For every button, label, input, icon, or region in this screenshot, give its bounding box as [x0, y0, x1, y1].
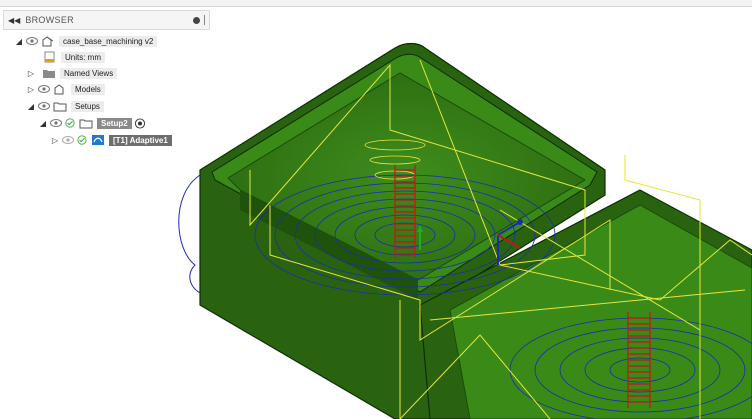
tree-item-named-views[interactable]: ▷ Named Views: [26, 66, 118, 80]
check-status-icon: [77, 135, 87, 145]
tree-item-label: Setup2: [97, 117, 132, 129]
3d-viewport[interactable]: [0, 0, 752, 419]
tree-item-label: Named Views: [60, 67, 118, 79]
eye-icon[interactable]: [50, 119, 62, 127]
tree-item-setups[interactable]: ◢ Setups: [26, 99, 104, 113]
tree-item-label: Units: mm: [61, 51, 105, 63]
setup-folder-icon: [79, 119, 93, 129]
units-icon: [44, 51, 55, 63]
hidden-eye-icon[interactable]: [62, 136, 74, 144]
tree-item-label: case_base_machining v2: [59, 35, 158, 47]
eye-icon[interactable]: [38, 102, 50, 110]
tree-item-label: Models: [71, 83, 105, 95]
tree-item-units[interactable]: Units: mm: [40, 50, 105, 64]
browser-title: BROWSER: [25, 15, 74, 25]
expand-triangle-icon[interactable]: ▷: [50, 136, 60, 145]
setups-folder-icon: [53, 102, 67, 112]
expand-triangle-icon[interactable]: ▷: [26, 85, 36, 94]
resize-handle[interactable]: [204, 15, 205, 25]
tree-item-models[interactable]: ▷ Models: [26, 82, 105, 96]
models-icon: [54, 84, 64, 95]
activate-radio-icon[interactable]: [134, 117, 146, 129]
expand-triangle-icon[interactable]: ◢: [26, 102, 36, 111]
collapse-browser-icon[interactable]: ◀◀: [8, 16, 20, 25]
browser-panel: ◀◀ BROWSER: [3, 10, 210, 30]
top-toolbar-strip: [0, 0, 752, 7]
adaptive-operation-icon: [92, 135, 104, 145]
folder-icon: [43, 70, 55, 78]
check-status-icon: [65, 118, 75, 128]
component-icon: [42, 36, 54, 47]
expand-triangle-icon[interactable]: ◢: [38, 119, 48, 128]
pin-icon[interactable]: [193, 16, 200, 24]
expand-triangle-icon[interactable]: ◢: [14, 37, 24, 46]
tree-item-document[interactable]: ◢ case_base_machining v2: [14, 34, 158, 48]
tree-item-label: [T1] Adaptive1: [109, 134, 172, 146]
expand-triangle-icon[interactable]: ▷: [26, 69, 36, 78]
eye-icon[interactable]: [26, 37, 38, 45]
tree-item-setup2[interactable]: ◢ Setup2: [38, 116, 146, 130]
tree-item-adaptive1[interactable]: ▷ [T1] Adaptive1: [50, 133, 172, 147]
tree-item-label: Setups: [71, 100, 104, 112]
eye-icon[interactable]: [38, 85, 50, 93]
